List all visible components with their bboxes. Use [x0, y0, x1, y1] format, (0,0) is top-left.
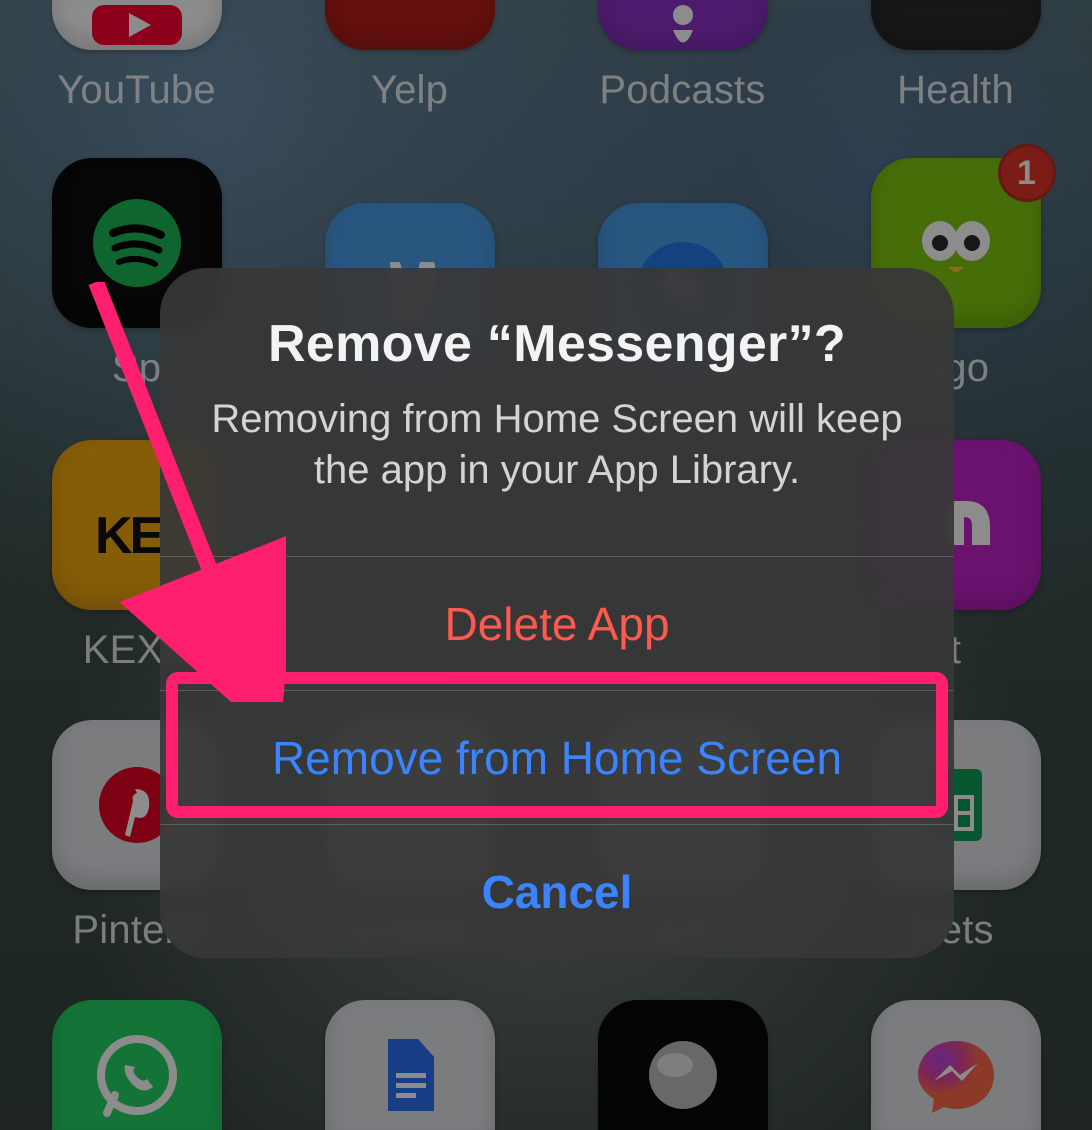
remove-app-dialog: Remove “Messenger”? Removing from Home S…	[160, 268, 954, 958]
cancel-button[interactable]: Cancel	[160, 825, 954, 958]
dialog-title: Remove “Messenger”?	[210, 314, 904, 374]
remove-from-home-screen-button[interactable]: Remove from Home Screen	[160, 691, 954, 824]
dialog-header: Remove “Messenger”? Removing from Home S…	[160, 268, 954, 556]
delete-app-button[interactable]: Delete App	[160, 557, 954, 690]
dialog-message: Removing from Home Screen will keep the …	[210, 394, 904, 496]
home-screen: YouTube Yelp Podcasts Health Sp	[0, 0, 1092, 1130]
